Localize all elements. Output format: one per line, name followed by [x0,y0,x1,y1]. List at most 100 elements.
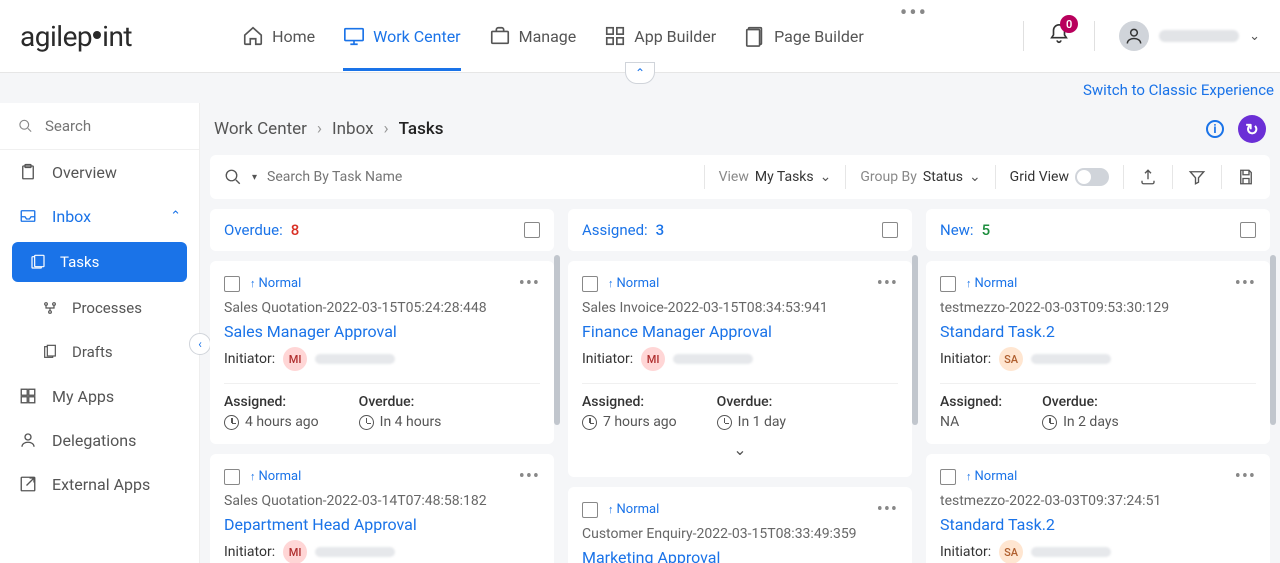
sidebar-item-externalapps[interactable]: External Apps [0,462,199,506]
chevron-up-icon: ⌃ [170,209,181,224]
nav-appbuilder[interactable]: App Builder [604,1,716,71]
assigned-value: NA [940,414,959,430]
sidebar-collapse-toggle[interactable]: ‹ [189,333,211,355]
info-icon[interactable]: i [1206,120,1224,138]
nav-pagebuilder[interactable]: Page Builder [744,1,864,71]
task-title-link[interactable]: Department Head Approval [224,515,540,534]
gridview-label: Grid View [1010,169,1069,185]
card-menu-icon[interactable]: ••• [877,499,898,520]
task-title-link[interactable]: Finance Manager Approval [582,322,898,341]
nav-home[interactable]: Home [242,1,315,71]
select-all-checkbox[interactable] [1240,222,1256,238]
clock-icon [582,415,597,430]
card-menu-icon[interactable]: ••• [519,466,540,487]
gridview-toggle[interactable]: Grid View [1010,168,1109,186]
process-name: Sales Invoice-2022-03-15T08:34:53:941 [582,300,898,316]
filter-button[interactable] [1187,167,1207,187]
sidebar-search-input[interactable] [45,117,181,135]
priority-badge: ↑Normal [966,469,1017,484]
card-menu-icon[interactable]: ••• [519,273,540,294]
sidebar-search[interactable] [0,103,199,150]
select-all-checkbox[interactable] [882,222,898,238]
nav-manage-label: Manage [519,27,577,46]
task-card: ↑Normal ••• Sales Invoice-2022-03-15T08:… [568,261,912,477]
priority-badge: ↑Normal [608,502,659,517]
nav-workcenter[interactable]: Work Center [343,1,460,71]
task-title-link[interactable]: Marketing Approval [582,548,898,563]
task-checkbox[interactable] [582,276,598,292]
search-icon [18,117,33,135]
inbox-icon [18,206,38,226]
task-card: ↑Normal ••• Customer Enquiry-2022-03-15T… [568,487,912,563]
apps-icon [18,386,38,406]
task-card: ↑Normal ••• Sales Quotation-2022-03-14T0… [210,454,554,563]
arrow-up-icon: ↑ [966,277,972,290]
sidebar-item-inbox[interactable]: Inbox ⌃ [0,194,199,238]
sidebar-item-myapps[interactable]: My Apps [0,374,199,418]
view-dropdown[interactable]: View My Tasks ⌄ [719,169,832,185]
topbar-collapse-toggle[interactable]: ⌃ [625,62,655,84]
task-title-link[interactable]: Standard Task.2 [940,515,1256,534]
initiator-avatar: MI [283,347,307,371]
toolbar: ▾ View My Tasks ⌄ Group By Status ⌄ Grid… [210,155,1270,199]
sidebar: Overview Inbox ⌃ Tasks Processes Drafts … [0,103,200,563]
task-search-input[interactable] [267,169,487,185]
scrollbar[interactable] [912,255,918,425]
refresh-button[interactable]: ↻ [1238,115,1266,143]
column-header-new: New: 5 [926,209,1270,251]
arrow-up-icon: ↑ [608,277,614,290]
priority-badge: ↑Normal [250,469,301,484]
home-icon [242,25,264,47]
brand-logo[interactable]: agilepint [20,20,132,53]
breadcrumb-workcenter[interactable]: Work Center [214,119,307,139]
task-checkbox[interactable] [224,469,240,485]
nav-manage[interactable]: Manage [489,1,577,71]
task-search[interactable]: ▾ [224,168,690,186]
card-menu-icon[interactable]: ••• [1235,466,1256,487]
notifications-button[interactable]: 0 [1048,23,1070,49]
monitor-icon [343,25,365,47]
chevron-down-icon: ⌄ [820,169,832,185]
arrow-up-icon: ↑ [250,470,256,483]
nav-more-icon[interactable]: ••• [900,1,928,71]
process-name: Customer Enquiry-2022-03-15T08:33:49:359 [582,526,898,542]
sidebar-item-overview[interactable]: Overview [0,150,199,194]
save-button[interactable] [1236,167,1256,187]
sidebar-item-processes[interactable]: Processes [0,286,199,330]
task-title-link[interactable]: Sales Manager Approval [224,322,540,341]
sidebar-item-delegations[interactable]: Delegations [0,418,199,462]
task-checkbox[interactable] [940,276,956,292]
export-button[interactable] [1138,167,1158,187]
sidebar-item-tasks[interactable]: Tasks [12,242,187,282]
user-menu[interactable]: ⌄ [1119,21,1260,51]
task-title-link[interactable]: Standard Task.2 [940,322,1256,341]
card-menu-icon[interactable]: ••• [1235,273,1256,294]
scrollbar[interactable] [1270,255,1276,425]
expand-toggle[interactable]: ⌄ [582,436,898,463]
main-nav: Home Work Center Manage App Builder Page… [242,1,928,71]
sidebar-label: Overview [52,163,117,182]
groupby-dropdown[interactable]: Group By Status ⌄ [860,169,980,185]
sidebar-item-drafts[interactable]: Drafts [0,330,199,374]
arrow-up-icon: ↑ [966,470,972,483]
breadcrumb-inbox[interactable]: Inbox [332,119,374,139]
separator [704,165,705,189]
sidebar-label: External Apps [52,475,150,494]
sidebar-label: My Apps [52,387,114,406]
avatar-icon [1119,21,1149,51]
select-all-checkbox[interactable] [524,222,540,238]
column-count: 3 [656,221,665,239]
priority-badge: ↑Normal [608,276,659,291]
chevron-down-icon[interactable]: ▾ [252,172,257,183]
switch-icon[interactable] [1075,168,1109,186]
clock-icon [359,415,374,430]
card-menu-icon[interactable]: ••• [877,273,898,294]
scrollbar[interactable] [554,255,560,425]
initiator-label: Initiator: [940,544,991,560]
task-checkbox[interactable] [940,469,956,485]
separator [845,165,846,189]
overdue-value: In 1 day [738,414,786,430]
task-checkbox[interactable] [582,502,598,518]
tasks-icon [28,252,48,272]
task-checkbox[interactable] [224,276,240,292]
